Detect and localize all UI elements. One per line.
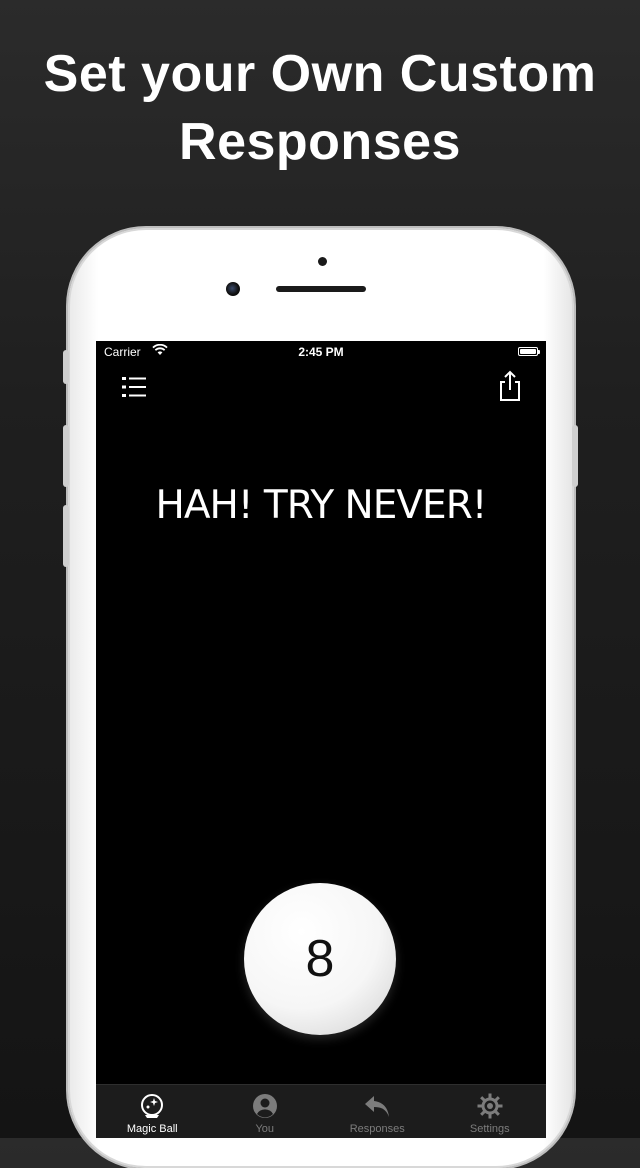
promo-headline-line-1: Set your Own Custom xyxy=(43,45,597,103)
volume-down-button xyxy=(63,505,69,567)
reply-arrow-icon xyxy=(365,1096,390,1117)
magic-8-ball[interactable]: 8 xyxy=(244,883,396,1035)
promo-headline-line-2: Responses xyxy=(179,113,461,171)
volume-up-button xyxy=(63,425,69,487)
front-camera xyxy=(226,282,240,296)
tab-label-you: You xyxy=(255,1123,275,1135)
proximity-sensor xyxy=(318,257,327,266)
list-menu-button[interactable] xyxy=(118,373,150,401)
tab-label-responses: Responses xyxy=(349,1123,405,1135)
ball-number: 8 xyxy=(305,930,335,988)
tab-responses[interactable]: Responses xyxy=(321,1085,434,1138)
tab-label-magic-ball: Magic Ball xyxy=(126,1123,178,1135)
share-icon xyxy=(500,370,520,401)
tab-you[interactable]: You xyxy=(209,1085,322,1138)
magic-ball-icon xyxy=(141,1094,164,1118)
mute-switch xyxy=(63,350,69,384)
tab-magic-ball[interactable]: Magic Ball xyxy=(96,1085,209,1138)
tab-bar: Magic Ball You Responses Settings xyxy=(96,1084,546,1138)
promo-headline: Set your Own Custom Responses xyxy=(0,40,640,176)
tab-label-settings: Settings xyxy=(469,1123,510,1135)
status-bar: Carrier 2:45 PM xyxy=(96,341,546,363)
status-time: 2:45 PM xyxy=(298,345,344,359)
earpiece-speaker xyxy=(276,286,366,292)
list-icon xyxy=(122,377,146,397)
app-screen: Carrier 2:45 PM HAH! TRY NEVER! 8 Magic … xyxy=(96,341,546,1138)
tab-settings[interactable]: Settings xyxy=(434,1085,547,1138)
person-icon xyxy=(252,1094,277,1118)
gear-icon xyxy=(477,1093,503,1119)
battery-icon xyxy=(518,347,540,356)
power-button xyxy=(572,425,578,487)
magic-answer-text: HAH! TRY NEVER! xyxy=(155,483,488,528)
share-button[interactable] xyxy=(496,369,524,403)
